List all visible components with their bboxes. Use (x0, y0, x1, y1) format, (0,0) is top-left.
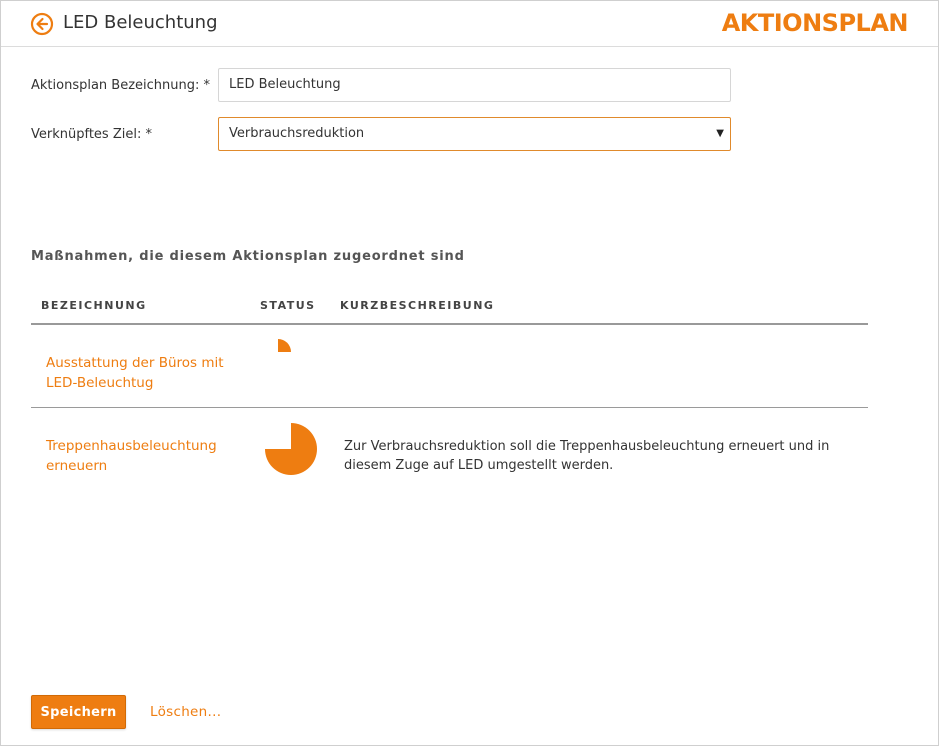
column-header-description: KURZBESCHREIBUNG (340, 299, 495, 312)
measures-section-title: Maßnahmen, die diesem Aktionsplan zugeor… (31, 249, 465, 264)
goal-select-value: Verbrauchsreduktion (229, 126, 365, 141)
goal-label: Verknüpftes Ziel: * (31, 127, 152, 142)
name-label: Aktionsplan Bezeichnung: * (31, 78, 211, 93)
page-header: LED Beleuchtung AKTIONSPLAN (1, 1, 938, 47)
arrow-left-circle-icon (30, 12, 54, 36)
measure-link[interactable]: Treppenhausbeleuchtung erneuern (46, 436, 236, 476)
brand-title: AKTIONSPLAN (721, 9, 909, 37)
status-pie-fill (278, 339, 291, 352)
name-input[interactable]: LED Beleuchtung (218, 68, 731, 102)
page-title: LED Beleuchtung (63, 12, 218, 33)
goal-select[interactable]: Verbrauchsreduktion ▼ (218, 117, 731, 151)
caret-down-icon: ▼ (716, 128, 724, 139)
status-pie-icon (278, 339, 291, 352)
measure-link[interactable]: Ausstattung der Büros mit LED-Beleuchtug (46, 353, 236, 393)
measure-description: Zur Verbrauchsreduktion soll die Treppen… (344, 439, 830, 473)
status-pie-icon (265, 423, 317, 475)
delete-link[interactable]: Löschen... (150, 704, 221, 720)
row-divider (31, 407, 868, 408)
column-header-status: STATUS (260, 299, 316, 312)
app-window: LED Beleuchtung AKTIONSPLAN Aktionsplan … (0, 0, 939, 746)
table-header-divider (31, 323, 868, 325)
column-header-name: BEZEICHNUNG (41, 299, 147, 312)
save-button[interactable]: Speichern (31, 695, 126, 729)
back-button[interactable] (30, 12, 54, 36)
status-pie-fill (265, 423, 317, 475)
